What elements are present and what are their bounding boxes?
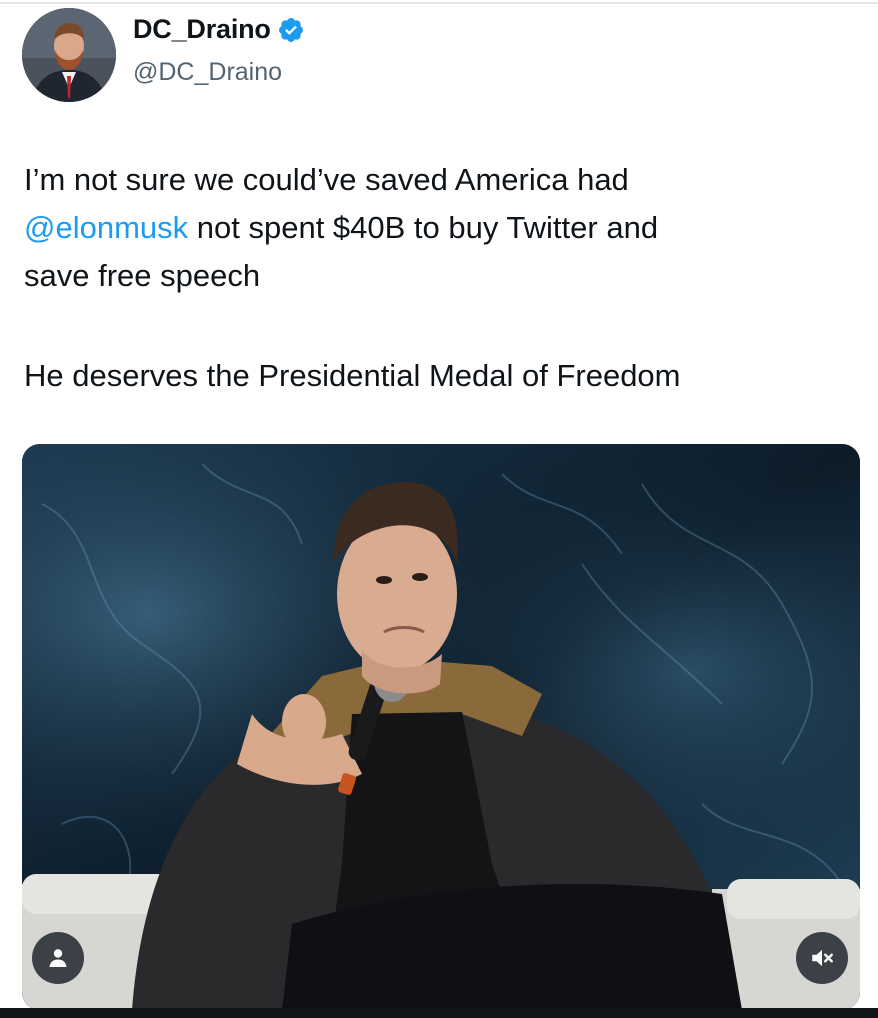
tweet-line-1: I’m not sure we could’ve saved America h…: [24, 162, 629, 197]
tweet-paragraph-2: He deserves the Presidential Medal of Fr…: [24, 358, 681, 393]
verified-badge-icon: [277, 16, 305, 44]
mention-link[interactable]: @elonmusk: [24, 210, 188, 245]
tweet-line-2: @elonmusk not spent $40B to buy Twitter …: [24, 204, 854, 252]
person-icon: [49, 949, 67, 967]
author-handle[interactable]: @DC_Draino: [133, 58, 282, 87]
author-avatar[interactable]: [22, 8, 116, 102]
tagged-people-button[interactable]: [32, 932, 84, 984]
tweet-line-2-text: not spent $40B to buy Twitter and: [188, 210, 659, 245]
muted-speaker-icon: [812, 949, 833, 967]
tweet-body: I’m not sure we could’ve saved America h…: [24, 156, 854, 300]
author-display-name[interactable]: DC_Draino: [133, 14, 271, 45]
bottom-bar: [0, 1008, 878, 1018]
tweet-line-3: save free speech: [24, 258, 261, 293]
tweet-media-photo[interactable]: [22, 444, 860, 1010]
mute-toggle-button[interactable]: [796, 932, 848, 984]
top-divider: [0, 2, 878, 4]
